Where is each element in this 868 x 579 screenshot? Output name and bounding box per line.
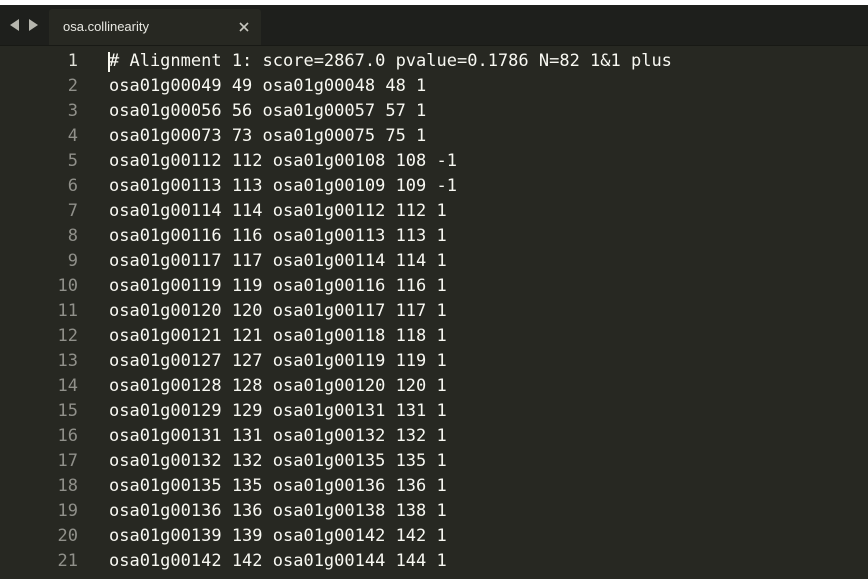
line-number: 13 xyxy=(57,351,78,371)
code-text: osa01g00142 142 osa01g00144 144 1 xyxy=(109,551,447,571)
code-text: osa01g00049 49 osa01g00048 48 1 xyxy=(109,76,427,96)
code-text: # Alignment 1: score=2867.0 pvalue=0.178… xyxy=(109,51,672,71)
code-line[interactable]: 7 osa01g00114 114 osa01g00112 112 1 xyxy=(0,199,868,224)
code-editor[interactable]: 1 # Alignment 1: score=2867.0 pvalue=0.17… xyxy=(0,49,868,579)
close-icon[interactable] xyxy=(237,20,251,34)
code-line[interactable]: 9 osa01g00117 117 osa01g00114 114 1 xyxy=(0,249,868,274)
line-number: 17 xyxy=(57,451,78,471)
code-line[interactable]: 4 osa01g00073 73 osa01g00075 75 1 xyxy=(0,124,868,149)
code-line[interactable]: 16 osa01g00131 131 osa01g00132 132 1 xyxy=(0,424,868,449)
line-number: 20 xyxy=(57,526,78,546)
code-text: osa01g00113 113 osa01g00109 109 -1 xyxy=(109,176,457,196)
line-number: 11 xyxy=(57,301,78,321)
code-line[interactable]: 11 osa01g00120 120 osa01g00117 117 1 xyxy=(0,299,868,324)
line-number: 19 xyxy=(57,501,78,521)
code-text: osa01g00120 120 osa01g00117 117 1 xyxy=(109,301,447,321)
code-line[interactable]: 5 osa01g00112 112 osa01g00108 108 -1 xyxy=(0,149,868,174)
tab-nav-arrows xyxy=(8,13,40,37)
code-text: osa01g00127 127 osa01g00119 119 1 xyxy=(109,351,447,371)
line-number: 5 xyxy=(67,151,78,171)
code-line[interactable]: 21 osa01g00142 142 osa01g00144 144 1 xyxy=(0,549,868,574)
line-number: 8 xyxy=(67,226,78,246)
line-number: 6 xyxy=(67,176,78,196)
line-number: 21 xyxy=(57,551,78,571)
code-line[interactable]: 20 osa01g00139 139 osa01g00142 142 1 xyxy=(0,524,868,549)
code-text: osa01g00119 119 osa01g00116 116 1 xyxy=(109,276,447,296)
code-line[interactable]: 18 osa01g00135 135 osa01g00136 136 1 xyxy=(0,474,868,499)
code-line[interactable]: 15 osa01g00129 129 osa01g00131 131 1 xyxy=(0,399,868,424)
code-text: osa01g00135 135 osa01g00136 136 1 xyxy=(109,476,447,496)
line-number: 1 xyxy=(67,51,78,71)
line-number: 15 xyxy=(57,401,78,421)
code-text: osa01g00117 117 osa01g00114 114 1 xyxy=(109,251,447,271)
code-line[interactable]: 8 osa01g00116 116 osa01g00113 113 1 xyxy=(0,224,868,249)
code-line[interactable]: 19 osa01g00136 136 osa01g00138 138 1 xyxy=(0,499,868,524)
tab-label: osa.collinearity xyxy=(63,19,149,34)
line-number: 10 xyxy=(57,276,78,296)
triangle-right-icon[interactable] xyxy=(26,18,40,32)
code-line[interactable]: 6 osa01g00113 113 osa01g00109 109 -1 xyxy=(0,174,868,199)
code-text: osa01g00114 114 osa01g00112 112 1 xyxy=(109,201,447,221)
line-number: 3 xyxy=(67,101,78,121)
code-text: osa01g00073 73 osa01g00075 75 1 xyxy=(109,126,427,146)
code-line[interactable]: 14 osa01g00128 128 osa01g00120 120 1 xyxy=(0,374,868,399)
code-text: osa01g00136 136 osa01g00138 138 1 xyxy=(109,501,447,521)
line-number: 16 xyxy=(57,426,78,446)
editor-window: osa.collinearity 1 # Alignment 1: score=2… xyxy=(0,0,868,579)
code-line[interactable]: 12 osa01g00121 121 osa01g00118 118 1 xyxy=(0,324,868,349)
line-number: 12 xyxy=(57,326,78,346)
code-line[interactable]: 2 osa01g00049 49 osa01g00048 48 1 xyxy=(0,74,868,99)
line-number: 2 xyxy=(67,76,78,96)
code-line[interactable]: 13 osa01g00127 127 osa01g00119 119 1 xyxy=(0,349,868,374)
code-text: osa01g00129 129 osa01g00131 131 1 xyxy=(109,401,447,421)
code-text: osa01g00056 56 osa01g00057 57 1 xyxy=(109,101,427,121)
line-number: 14 xyxy=(57,376,78,396)
code-text: osa01g00131 131 osa01g00132 132 1 xyxy=(109,426,447,446)
line-number: 18 xyxy=(57,476,78,496)
code-text: osa01g00116 116 osa01g00113 113 1 xyxy=(109,226,447,246)
code-text: osa01g00139 139 osa01g00142 142 1 xyxy=(109,526,447,546)
code-text: osa01g00121 121 osa01g00118 118 1 xyxy=(109,326,447,346)
code-text: osa01g00112 112 osa01g00108 108 -1 xyxy=(109,151,457,171)
tab-osa-collinearity[interactable]: osa.collinearity xyxy=(49,9,261,45)
code-line[interactable]: 1 # Alignment 1: score=2867.0 pvalue=0.17… xyxy=(0,49,868,74)
line-number: 7 xyxy=(67,201,78,221)
code-line[interactable]: 17 osa01g00132 132 osa01g00135 135 1 xyxy=(0,449,868,474)
line-number: 9 xyxy=(67,251,78,271)
tab-bar: osa.collinearity xyxy=(0,5,868,46)
line-number: 4 xyxy=(67,126,78,146)
code-line[interactable]: 10 osa01g00119 119 osa01g00116 116 1 xyxy=(0,274,868,299)
code-text: osa01g00132 132 osa01g00135 135 1 xyxy=(109,451,447,471)
code-line[interactable]: 3 osa01g00056 56 osa01g00057 57 1 xyxy=(0,99,868,124)
triangle-left-icon[interactable] xyxy=(8,18,22,32)
code-text: osa01g00128 128 osa01g00120 120 1 xyxy=(109,376,447,396)
